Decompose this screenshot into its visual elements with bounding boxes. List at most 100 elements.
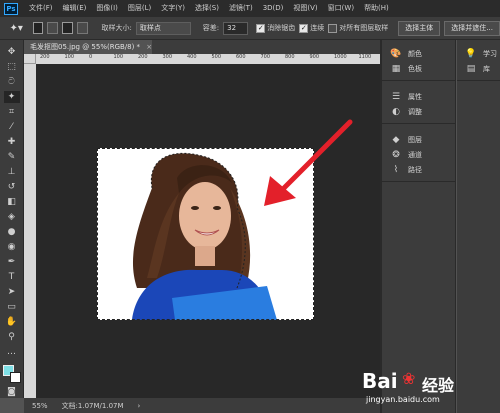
menu-item[interactable]: 文件(F) xyxy=(24,0,58,17)
panel-item[interactable]: ◆ 图层 xyxy=(382,132,455,147)
new-selection-button[interactable] xyxy=(32,22,44,34)
move-tool-icon[interactable]: ✥ xyxy=(4,46,20,58)
ruler-tick-label: 900 xyxy=(309,54,320,60)
ruler-tick-label: 0 xyxy=(89,54,93,60)
dodge-tool-icon[interactable]: ◉ xyxy=(4,241,20,253)
sample-all-label: 对所有图层取样 xyxy=(339,24,389,32)
ruler-tick-label: 1000 xyxy=(334,54,347,60)
contiguous-checkbox[interactable]: ✓ 连续 xyxy=(299,23,324,33)
menu-item[interactable]: 文字(Y) xyxy=(156,0,190,17)
panel-item[interactable]: ☰ 属性 xyxy=(382,89,455,104)
sample-size-select[interactable]: 取样点 xyxy=(135,21,191,35)
check-icon: ✓ xyxy=(256,23,266,33)
intersect-selection-button[interactable] xyxy=(76,22,88,34)
panel-label: 色板 xyxy=(408,64,422,73)
libraries-icon: ▤ xyxy=(466,63,476,74)
learn-icon: 💡 xyxy=(465,48,477,59)
select-subject-button[interactable]: 选择主体 xyxy=(398,20,441,36)
menu-item[interactable]: 图像(I) xyxy=(91,0,123,17)
paint-bucket-tool-icon[interactable]: ◈ xyxy=(4,211,20,223)
ruler-tick-label: 200 xyxy=(138,54,148,60)
magic-wand-preset-icon[interactable]: ✦▾ xyxy=(4,20,29,36)
stamp-tool-icon[interactable]: ⊥ xyxy=(4,166,20,178)
magic-wand-tool-icon[interactable]: ✦ xyxy=(3,91,20,103)
panel-item[interactable]: ▦ 色板 xyxy=(382,61,455,76)
close-icon[interactable]: × xyxy=(146,40,152,54)
ruler-tick-label: 500 xyxy=(211,54,222,60)
ruler-vertical xyxy=(24,64,36,398)
status-arrow-icon[interactable]: › xyxy=(138,402,141,410)
panel-item[interactable]: ⌇ 路径 xyxy=(382,162,455,177)
eraser-tool-icon[interactable]: ◧ xyxy=(4,196,20,208)
panel-item[interactable]: 🎨 颜色 xyxy=(382,46,455,61)
history-brush-tool-icon[interactable]: ↺ xyxy=(4,181,20,193)
paw-icon: ❀ xyxy=(402,369,416,388)
menu-item[interactable]: 帮助(H) xyxy=(359,0,394,17)
rectangle-tool-icon[interactable]: ▭ xyxy=(4,301,20,313)
baidu-watermark: Bai ❀ 经验 jingyan.baidu.com xyxy=(360,369,490,413)
panel-group-color: 🎨 颜色 ▦ 色板 xyxy=(382,44,455,81)
blur-tool-icon[interactable]: ● xyxy=(4,226,20,238)
eyedropper-tool-icon[interactable]: ⁄ xyxy=(4,121,20,133)
path-selection-tool-icon[interactable]: ➤ xyxy=(4,286,20,298)
ruler-tick-label: 600 xyxy=(236,54,246,60)
crop-tool-icon[interactable]: ⌗ xyxy=(4,106,20,118)
red-arrow-icon xyxy=(264,119,353,206)
hand-tool-icon[interactable]: ✋ xyxy=(4,316,20,328)
ruler-tick-label: 100 xyxy=(113,54,124,60)
zoom-tool-icon[interactable]: ⚲ xyxy=(4,331,20,343)
quick-mask-icon[interactable]: ◙ xyxy=(4,386,20,398)
ruler-horizontal: 200 100 0 100 200 300 400 500 600 700 800 900 1000 11… xyxy=(36,54,380,64)
unchecked-box-icon xyxy=(328,23,338,33)
brush-tool-icon[interactable]: ✎ xyxy=(4,151,20,163)
select-and-mask-button[interactable]: 选择并遮住... xyxy=(444,20,500,36)
marquee-tool-icon[interactable]: ⬚ xyxy=(4,61,20,73)
panel-label: 路径 xyxy=(408,165,422,174)
pen-tool-icon[interactable]: ✒ xyxy=(4,256,20,268)
panel-item[interactable]: ❂ 通道 xyxy=(382,147,455,162)
menu-item[interactable]: 编辑(E) xyxy=(58,0,92,17)
ruler-tick-label: 300 xyxy=(162,54,173,60)
menu-items: 文件(F) 编辑(E) 图像(I) 图层(L) 文字(Y) 选择(S) 滤镜(T) 3D(D)… xyxy=(24,0,394,17)
document-tab[interactable]: 毛发抠图05.jpg @ 55%(RGB/8) * × xyxy=(24,40,152,54)
channels-icon: ❂ xyxy=(392,149,400,160)
menu-item[interactable]: 3D(D) xyxy=(258,0,289,17)
zoom-level[interactable]: 55% xyxy=(32,402,48,410)
type-tool-icon[interactable]: T xyxy=(4,271,20,283)
properties-icon: ☰ xyxy=(391,91,401,102)
background-color[interactable] xyxy=(9,372,21,383)
contiguous-label: 连续 xyxy=(310,24,325,32)
tools-panel: ✥ ⬚ ට ✦ ⌗ ⁄ ✚ ✎ ⊥ ↺ ◧ ◈ ● ◉ ✒ T ➤ ▭ ✋ ⚲ … xyxy=(0,40,24,398)
panel-item[interactable]: ▤ 库 xyxy=(457,61,500,76)
tolerance-input[interactable]: 32 xyxy=(223,21,249,35)
watermark-url: jingyan.baidu.com xyxy=(366,395,440,404)
tolerance-label: 容差: xyxy=(202,24,220,32)
panel-label: 图层 xyxy=(408,135,422,144)
color-swatches[interactable] xyxy=(2,365,21,383)
panel-item[interactable]: 💡 学习 xyxy=(457,46,500,61)
panel-group-learn: 💡 学习 ▤ 库 xyxy=(457,44,500,81)
menu-item[interactable]: 窗口(W) xyxy=(323,0,359,17)
sample-all-layers-checkbox[interactable]: 对所有图层取样 xyxy=(328,23,388,33)
panel-group-properties: ☰ 属性 ◐ 调整 xyxy=(382,87,455,124)
more-tools-icon[interactable]: … xyxy=(4,346,20,358)
paths-icon: ⌇ xyxy=(393,164,399,175)
menu-item[interactable]: 滤镜(T) xyxy=(224,0,258,17)
ruler-tick-label: 700 xyxy=(260,54,271,60)
add-to-selection-button[interactable] xyxy=(47,22,59,34)
antialias-checkbox[interactable]: ✓ 消除锯齿 xyxy=(256,23,295,33)
menu-item[interactable]: 视图(V) xyxy=(288,0,322,17)
panel-dock: 🎨 颜色 ▦ 色板 ☰ 属性 ◐ 调整 ◆ 图层 ❂ 通道 ⌇ 路径 xyxy=(382,40,456,413)
antialias-label: 消除锯齿 xyxy=(267,24,296,32)
panel-label: 库 xyxy=(483,64,490,73)
panel-label: 属性 xyxy=(408,92,422,101)
panel-label: 颜色 xyxy=(408,49,422,58)
menu-item[interactable]: 选择(S) xyxy=(190,0,224,17)
menu-item[interactable]: 图层(L) xyxy=(123,0,156,17)
healing-brush-tool-icon[interactable]: ✚ xyxy=(4,136,20,148)
subtract-selection-button[interactable] xyxy=(62,22,73,34)
document-info[interactable]: 文档:1.07M/1.07M xyxy=(62,401,124,411)
panel-item[interactable]: ◐ 调整 xyxy=(382,104,455,119)
lasso-tool-icon[interactable]: ට xyxy=(4,76,20,88)
adjustments-icon: ◐ xyxy=(392,106,400,117)
